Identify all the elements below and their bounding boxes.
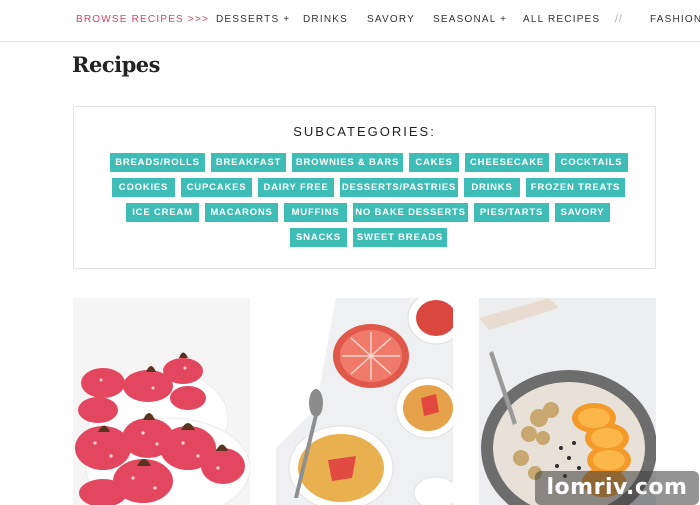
nav-all-recipes[interactable]: ALL RECIPES [523, 14, 600, 25]
nav-separator: // [615, 14, 623, 25]
tag-desserts-pastries[interactable]: DESSERTS/PASTRIES [340, 178, 458, 197]
subcategories-heading: SUBCATEGORIES: [293, 124, 436, 139]
tag-dairy-free[interactable]: DAIRY FREE [258, 178, 334, 197]
nav-savory[interactable]: SAVORY [367, 14, 415, 25]
tag-breakfast[interactable]: BREAKFAST [211, 153, 286, 172]
nav-desserts[interactable]: DESSERTS + [216, 14, 290, 25]
tag-muffins[interactable]: MUFFINS [284, 203, 347, 222]
page-title: Recipes [72, 52, 160, 77]
tag-snacks[interactable]: SNACKS [290, 228, 347, 247]
nav-drinks[interactable]: DRINKS [303, 14, 348, 25]
tag-drinks[interactable]: DRINKS [464, 178, 520, 197]
subcategories-panel: SUBCATEGORIES: BREADS/ROLLS BREAKFAST BR… [73, 106, 656, 269]
tag-brownies-bars[interactable]: BROWNIES & BARS [292, 153, 403, 172]
top-navigation: BROWSE RECIPES >>> DESSERTS + DRINKS SAV… [0, 0, 700, 42]
creme-brulee-illustration [276, 298, 453, 505]
nav-seasonal[interactable]: SEASONAL + [433, 14, 507, 25]
tag-cocktails[interactable]: COCKTAILS [555, 153, 628, 172]
nav-browse-recipes[interactable]: BROWSE RECIPES >>> [76, 14, 209, 25]
tag-macarons[interactable]: MACARONS [205, 203, 278, 222]
tag-cupcakes[interactable]: CUPCAKES [181, 178, 252, 197]
cookies-illustration [73, 298, 250, 505]
tag-ice-cream[interactable]: ICE CREAM [126, 203, 199, 222]
tag-frozen-treats[interactable]: FROZEN TREATS [526, 178, 625, 197]
tag-breads-rolls[interactable]: BREADS/ROLLS [110, 153, 205, 172]
nav-fashion[interactable]: FASHION [650, 14, 700, 25]
watermark-label: lomriv.com [535, 471, 699, 505]
grapefruit-creme-brulee-photo[interactable] [276, 298, 453, 505]
tag-cookies[interactable]: COOKIES [112, 178, 175, 197]
tag-pies-tarts[interactable]: PIES/TARTS [474, 203, 549, 222]
tag-cheesecake[interactable]: CHEESECAKE [465, 153, 549, 172]
tag-sweet-breads[interactable]: SWEET BREADS [353, 228, 447, 247]
tag-savory[interactable]: SAVORY [555, 203, 610, 222]
tag-cakes[interactable]: CAKES [409, 153, 459, 172]
tag-no-bake-desserts[interactable]: NO BAKE DESSERTS [353, 203, 468, 222]
cookies-photo[interactable] [73, 298, 250, 505]
